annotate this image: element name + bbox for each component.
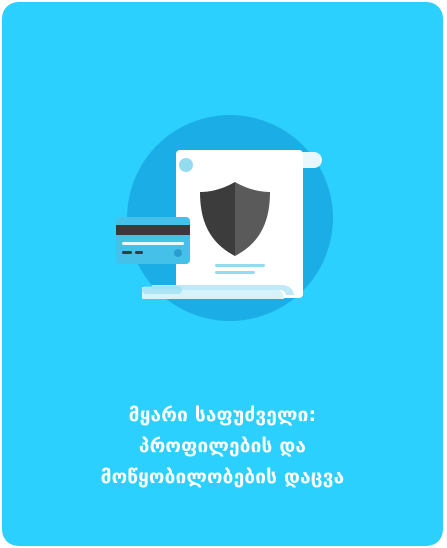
- caption-line-1: მყარი საფუძველი:: [128, 404, 317, 426]
- card-caption: მყარი საფუძველი: პროფილების და მოწყობილო…: [22, 400, 423, 493]
- security-illustration: [116, 115, 333, 321]
- credit-card-icon: [116, 217, 190, 264]
- security-foundation-card[interactable]: მყარი საფუძველი: პროფილების და მოწყობილო…: [2, 2, 443, 546]
- caption-line-2: პროფილების და: [138, 435, 307, 457]
- caption-line-3: მოწყობილობების დაცვა: [100, 466, 345, 488]
